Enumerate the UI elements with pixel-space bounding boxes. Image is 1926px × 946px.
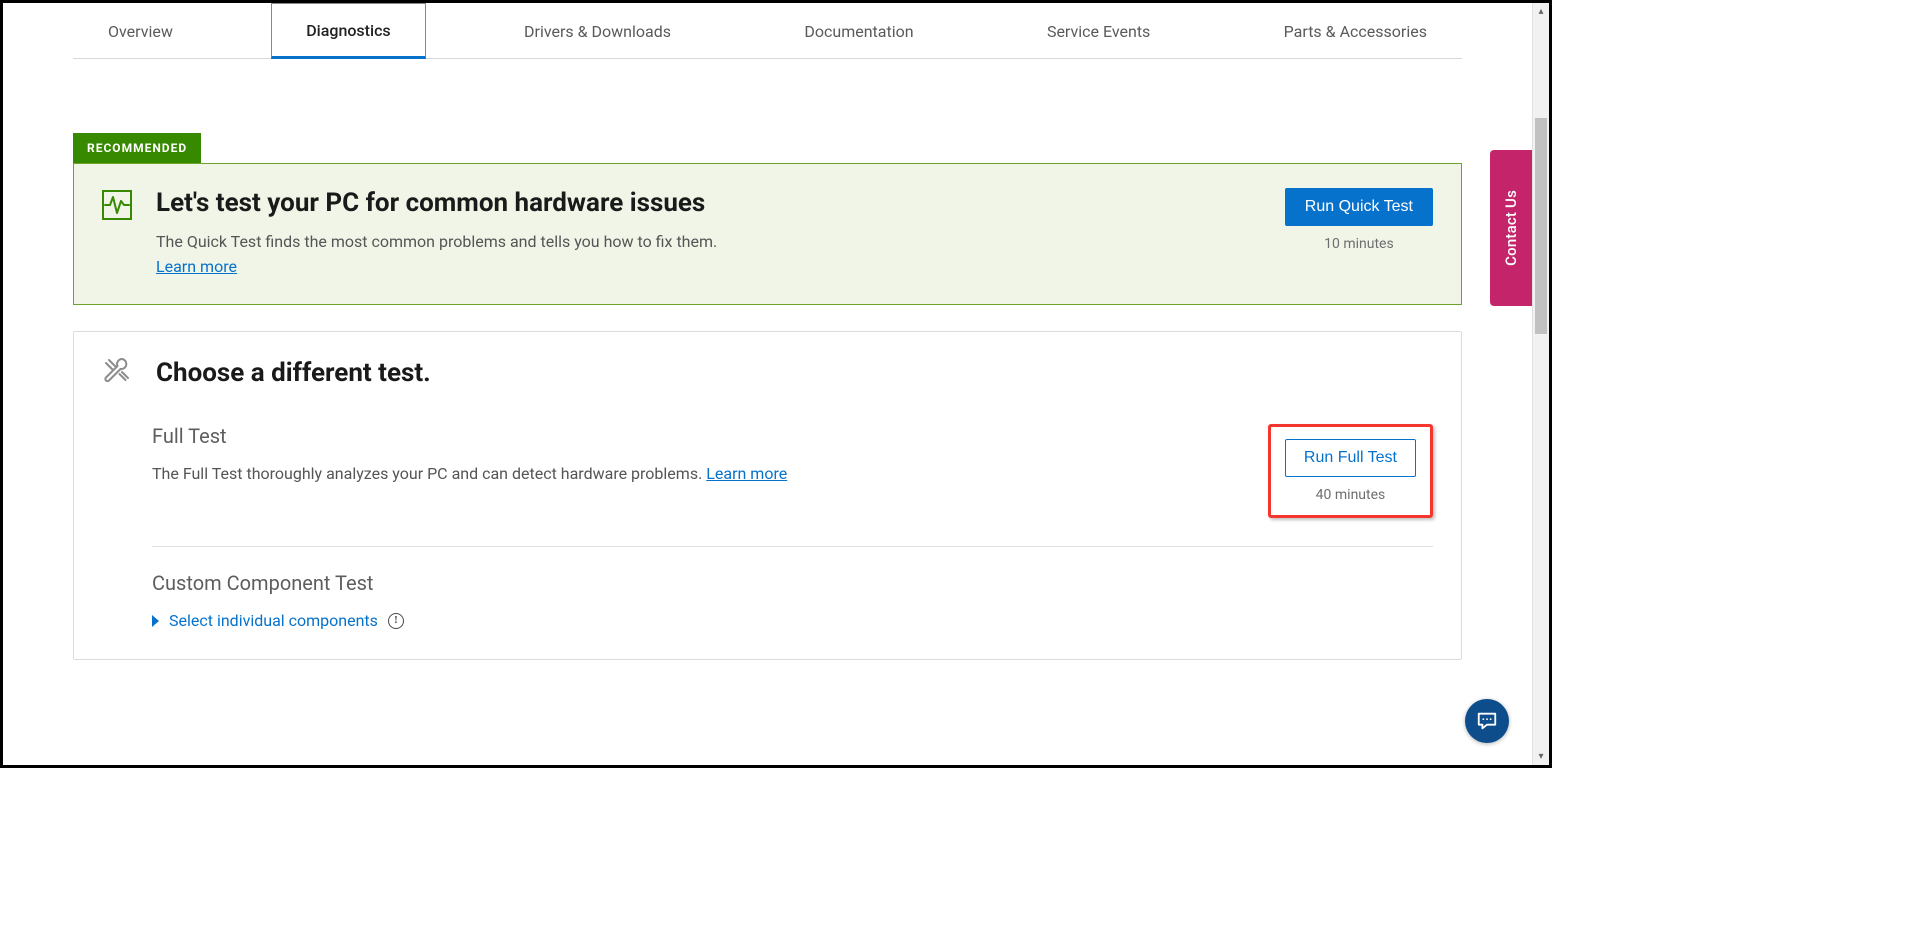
select-components-label: Select individual components [169,611,378,630]
different-test-title: Choose a different test. [156,358,431,388]
run-quick-test-button[interactable]: Run Quick Test [1285,188,1433,226]
chat-icon [1476,710,1498,732]
quick-test-desc: The Quick Test finds the most common pro… [156,232,1261,251]
scroll-thumb[interactable] [1535,118,1547,334]
tab-service-events[interactable]: Service Events [1012,3,1185,58]
quick-test-learn-more-link[interactable]: Learn more [156,257,237,276]
run-full-test-highlight: Run Full Test 40 minutes [1268,424,1433,518]
select-components-toggle[interactable]: Select individual components ! [152,611,404,630]
info-icon[interactable]: ! [388,613,404,629]
tab-overview[interactable]: Overview [73,3,208,58]
tab-diagnostics[interactable]: Diagnostics [271,3,425,59]
heartbeat-icon [102,190,132,224]
tab-parts-accessories[interactable]: Parts & Accessories [1249,3,1462,58]
different-test-card: Choose a different test. Full Test The F… [73,331,1462,660]
full-test-section: Full Test The Full Test thoroughly analy… [152,424,1433,547]
recommended-badge: RECOMMENDED [73,133,201,163]
chevron-right-icon [152,615,159,627]
custom-test-heading: Custom Component Test [152,571,1433,595]
run-full-test-button[interactable]: Run Full Test [1285,439,1416,477]
vertical-scrollbar[interactable]: ▴ ▾ [1532,3,1549,765]
custom-test-section: Custom Component Test Select individual … [152,547,1433,631]
tab-documentation[interactable]: Documentation [769,3,948,58]
scroll-up-arrow-icon[interactable]: ▴ [1533,3,1549,20]
tab-drivers-downloads[interactable]: Drivers & Downloads [489,3,706,58]
contact-us-side-tab[interactable]: Contact Us [1490,150,1532,306]
full-test-time: 40 minutes [1316,487,1386,503]
quick-test-card: Let's test your PC for common hardware i… [73,163,1462,305]
tools-icon [102,356,132,390]
full-test-learn-more-link[interactable]: Learn more [706,464,787,483]
tab-bar: Overview Diagnostics Drivers & Downloads… [73,3,1462,59]
full-test-heading: Full Test [152,424,1268,448]
full-test-desc: The Full Test thoroughly analyzes your P… [152,464,1268,483]
chat-fab[interactable] [1465,699,1509,743]
scroll-down-arrow-icon[interactable]: ▾ [1533,748,1549,765]
quick-test-title: Let's test your PC for common hardware i… [156,188,1261,218]
quick-test-time: 10 minutes [1324,236,1394,252]
contact-us-label: Contact Us [1502,190,1520,266]
